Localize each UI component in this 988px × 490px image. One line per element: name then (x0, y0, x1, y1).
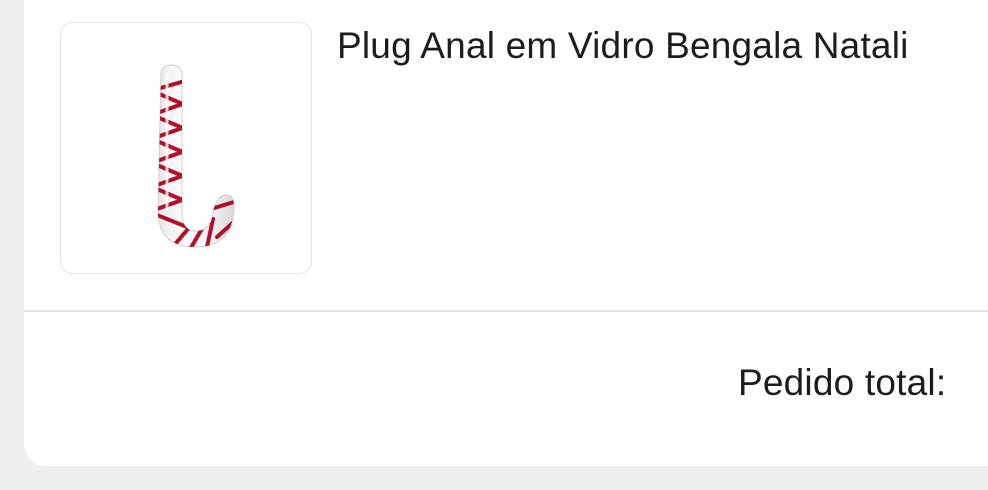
order-item-row[interactable]: Plug Anal em Vidro Bengala Natali (24, 0, 988, 311)
divider (24, 310, 988, 312)
order-total-label: Pedido total: (738, 362, 947, 403)
product-title[interactable]: Plug Anal em Vidro Bengala Natali (337, 24, 909, 68)
candy-cane-icon (157, 64, 235, 248)
order-card: Plug Anal em Vidro Bengala Natali Pedido… (24, 0, 988, 466)
product-thumbnail[interactable] (60, 22, 312, 274)
